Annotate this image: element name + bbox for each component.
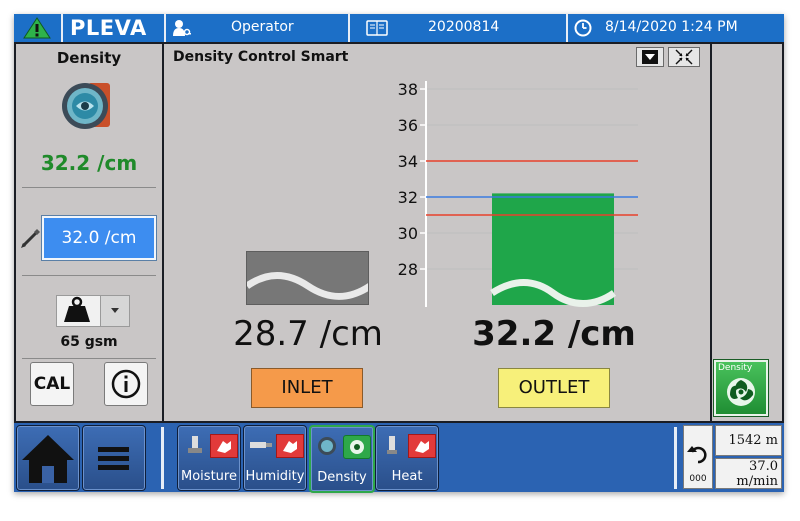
heat-sensor-icon bbox=[387, 436, 397, 454]
chevron-down-icon bbox=[111, 308, 119, 313]
separator bbox=[61, 14, 63, 42]
edit-setpoint-icon[interactable] bbox=[20, 227, 42, 249]
datetime: 8/14/2020 1:24 PM bbox=[605, 19, 738, 35]
brand-logo: PLEVA bbox=[70, 16, 147, 40]
clock-icon bbox=[574, 19, 592, 37]
speed-display: 37.0 m/min bbox=[715, 458, 782, 489]
setpoint-input[interactable]: 32.0 /cm bbox=[41, 215, 157, 261]
weight-selector[interactable] bbox=[56, 295, 130, 327]
batch-id[interactable]: 20200814 bbox=[428, 19, 499, 35]
y-tick-label: 32 bbox=[398, 188, 418, 207]
divider bbox=[22, 187, 156, 188]
inlet-gauge bbox=[246, 251, 369, 305]
top-bar: PLEVA Operator 20200814 8/14/2020 1:24 P… bbox=[14, 14, 784, 42]
tab-heat[interactable]: Heat bbox=[375, 425, 439, 491]
panel-title: Density bbox=[56, 49, 122, 67]
tab-humidity[interactable]: Humidity bbox=[243, 425, 307, 491]
tab-label: Humidity bbox=[245, 469, 305, 484]
y-tick-label: 38 bbox=[398, 80, 418, 99]
divider bbox=[22, 358, 156, 359]
separator bbox=[566, 14, 568, 42]
separator bbox=[164, 14, 166, 42]
divider bbox=[22, 275, 156, 276]
batch-book-icon[interactable] bbox=[366, 20, 388, 36]
inlet-button[interactable]: INLET bbox=[251, 368, 363, 408]
separator bbox=[674, 427, 677, 489]
tab-label: Heat bbox=[391, 469, 423, 484]
user-key-icon[interactable] bbox=[172, 18, 192, 38]
moisture-sensor-icon bbox=[188, 436, 202, 453]
tab-label: Density bbox=[317, 470, 367, 485]
left-panel: Density 32.2 /cm 32.0 /cm 65 gsm CAL bbox=[16, 44, 162, 421]
outlet-value: 32.2 /cm bbox=[472, 314, 636, 354]
tab-density[interactable]: Density bbox=[309, 425, 375, 493]
undo-counter-button[interactable]: 000 bbox=[683, 425, 713, 489]
length-value: 1542 m bbox=[728, 433, 778, 448]
material-wave-icon bbox=[247, 272, 368, 300]
current-user[interactable]: Operator bbox=[231, 19, 294, 35]
home-button[interactable] bbox=[16, 425, 80, 491]
main-panel: Density Control Smart 28 30 32 34 36 38 … bbox=[164, 44, 710, 421]
swirl-icon bbox=[727, 378, 755, 406]
speed-value: 37.0 bbox=[749, 459, 778, 474]
info-icon bbox=[111, 369, 141, 399]
hamburger-icon bbox=[98, 447, 129, 470]
humidity-sensor-icon bbox=[250, 442, 272, 448]
warning-icon[interactable] bbox=[23, 17, 51, 39]
density-sensor-icon bbox=[58, 77, 116, 135]
density-sensor-icon bbox=[318, 437, 336, 455]
separator bbox=[348, 14, 350, 42]
swirl-icon bbox=[343, 435, 371, 459]
outlet-bar bbox=[492, 193, 614, 305]
hand-alert-icon bbox=[210, 434, 238, 458]
speed-unit: m/min bbox=[736, 474, 778, 489]
hand-alert-icon bbox=[276, 434, 304, 458]
y-tick-label: 30 bbox=[398, 224, 418, 243]
dropdown-button[interactable] bbox=[100, 296, 129, 326]
separator bbox=[161, 427, 164, 489]
cal-button[interactable]: CAL bbox=[30, 362, 74, 406]
tab-moisture[interactable]: Moisture bbox=[177, 425, 241, 491]
tab-label: Moisture bbox=[181, 469, 237, 484]
y-tick-label: 36 bbox=[398, 116, 418, 135]
outlet-button[interactable]: OUTLET bbox=[498, 368, 610, 408]
inlet-value: 28.7 /cm bbox=[233, 314, 383, 354]
right-panel: Density bbox=[712, 44, 782, 421]
info-button[interactable] bbox=[104, 362, 148, 406]
home-icon bbox=[22, 435, 74, 483]
hand-alert-icon bbox=[408, 434, 436, 458]
hmi-screen: PLEVA Operator 20200814 8/14/2020 1:24 P… bbox=[14, 14, 784, 493]
basis-weight: 65 gsm bbox=[60, 334, 118, 350]
density-control-button[interactable]: Density bbox=[713, 359, 769, 417]
undo-icon bbox=[687, 446, 707, 464]
y-tick-label: 34 bbox=[398, 152, 418, 171]
counter-value: 000 bbox=[689, 474, 707, 484]
menu-button[interactable] bbox=[82, 425, 146, 491]
measured-density: 32.2 /cm bbox=[40, 151, 138, 175]
bottom-nav-bar: Moisture Humidity Density Heat 000 1542 … bbox=[14, 423, 784, 493]
length-display: 1542 m bbox=[715, 425, 782, 456]
y-tick-label: 28 bbox=[398, 260, 418, 279]
weight-icon bbox=[64, 296, 90, 322]
